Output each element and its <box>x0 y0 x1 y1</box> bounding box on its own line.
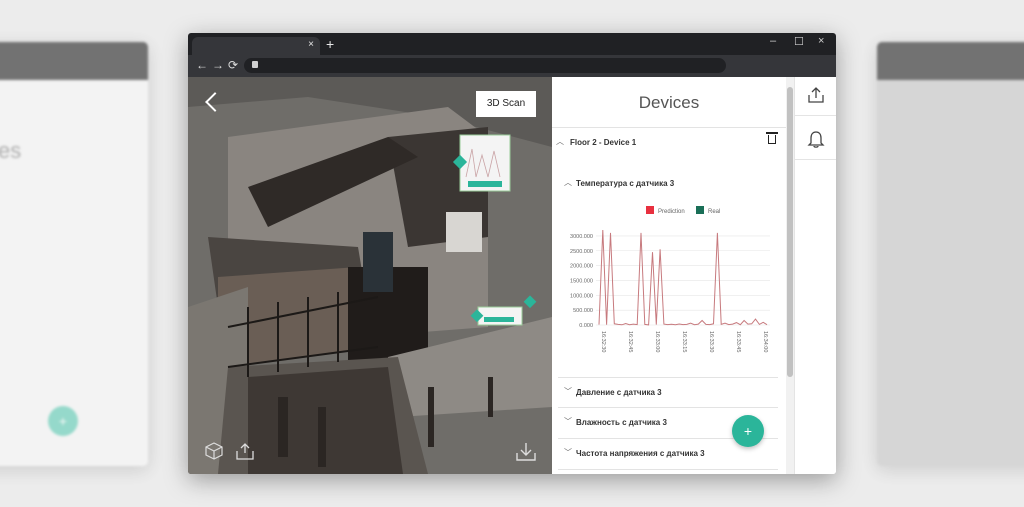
temperature-chart: Prediction Real 0.000 500.000 1000.000 1500… <box>570 206 770 352</box>
legend-real-label: Real <box>708 209 720 215</box>
scan-render <box>188 77 552 474</box>
series-real-line <box>598 229 768 326</box>
tab-close-icon[interactable]: × <box>308 39 314 50</box>
back-nav-icon[interactable]: ← <box>196 58 208 72</box>
trash-icon[interactable] <box>766 132 778 144</box>
chart-x-labels: 16:32:30 16:32:45 16:33:00 16:33:15 16:33:30… <box>600 331 768 352</box>
y-tick-label: 0.000 <box>579 323 593 329</box>
y-tick-label: 1000.000 <box>570 293 593 299</box>
add-device-button[interactable]: + <box>732 415 764 447</box>
x-tick-label: 16:33:45 <box>735 331 741 352</box>
scan-label: 3D Scan <box>476 91 536 117</box>
x-tick-label: 16:32:45 <box>627 331 633 352</box>
y-tick-label: 3000.000 <box>570 234 593 240</box>
sensor-card-top <box>452 134 511 192</box>
x-tick-label: 16:33:30 <box>708 331 714 352</box>
sensor-chevron-icon[interactable]: ︿ <box>564 177 572 188</box>
humidity-chevron-icon[interactable]: ﹀ <box>564 416 572 427</box>
browser-tab[interactable]: × <box>192 37 320 55</box>
x-tick-label: 16:33:00 <box>654 331 660 352</box>
sensor-pressure-label[interactable]: Давление с датчика 3 <box>576 388 662 397</box>
action-sidebar <box>794 77 836 474</box>
x-tick-label: 16:32:30 <box>600 331 606 352</box>
legend-real-swatch <box>696 206 704 214</box>
sensor-humidity-label[interactable]: Влажность с датчика 3 <box>576 418 667 427</box>
sensor-open-label[interactable]: Температура с датчика 3 <box>576 179 674 188</box>
x-tick-label: 16:33:15 <box>681 331 687 352</box>
forward-nav-icon[interactable]: → <box>212 58 224 72</box>
chart-y-labels: 0.000 500.000 1000.000 1500.000 2000.000 2500… <box>570 234 593 329</box>
pressure-chevron-icon[interactable]: ﹀ <box>564 386 572 397</box>
legend-prediction-swatch <box>646 206 654 214</box>
browser-window: × + – ☐ × ← → ⟳ 3D Scan Devices ︿ Floor … <box>188 33 836 474</box>
background-window-right <box>877 42 1024 466</box>
collapse-chevron-icon[interactable]: ︿ <box>556 136 564 147</box>
y-tick-label: 500.000 <box>573 308 593 314</box>
maximize-icon[interactable]: ☐ <box>794 35 804 48</box>
legend-prediction-label: Prediction <box>658 209 685 215</box>
sensor-frequency-label[interactable]: Частота напряжения с датчика 3 <box>576 449 705 458</box>
share-icon[interactable] <box>234 441 256 461</box>
lock-icon <box>252 61 258 68</box>
chart-gridlines <box>596 235 770 326</box>
scan-viewer[interactable]: 3D Scan <box>188 77 552 474</box>
devices-title: Devices <box>638 93 700 112</box>
close-window-icon[interactable]: × <box>818 35 824 47</box>
download-icon[interactable] <box>514 441 538 463</box>
y-tick-label: 1500.000 <box>570 278 593 284</box>
address-bar[interactable] <box>244 58 726 73</box>
ghost-devices-title: es <box>0 138 22 163</box>
y-tick-label: 2000.000 <box>570 264 593 270</box>
panel-scrollbar[interactable] <box>786 77 794 474</box>
browser-toolbar: ← → ⟳ <box>188 55 836 77</box>
tab-bar: × + – ☐ × <box>188 33 836 55</box>
minimize-icon[interactable]: – <box>770 35 776 47</box>
cube-icon[interactable] <box>204 441 224 461</box>
new-tab-icon[interactable]: + <box>326 36 334 52</box>
bell-icon[interactable] <box>807 129 825 149</box>
frequency-chevron-icon[interactable]: ﹀ <box>564 447 572 458</box>
upload-icon[interactable] <box>806 85 826 105</box>
device-name[interactable]: Floor 2 - Device 1 <box>570 138 636 147</box>
reload-icon[interactable]: ⟳ <box>228 58 238 72</box>
y-tick-label: 2500.000 <box>570 249 593 255</box>
devices-panel: Devices ︿ Floor 2 - Device 1 ︿ Температу… <box>552 77 794 474</box>
x-tick-label: 16:34:00 <box>762 331 768 352</box>
scrollbar-thumb[interactable] <box>787 87 793 377</box>
background-window-left: es + <box>0 42 148 466</box>
